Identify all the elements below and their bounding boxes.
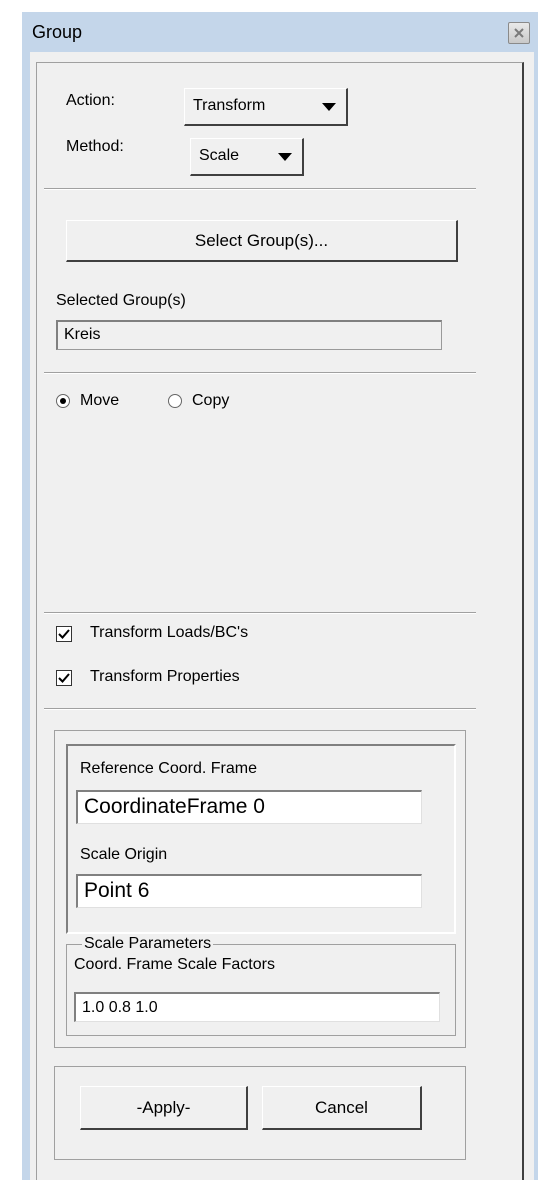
apply-button[interactable]: -Apply- bbox=[80, 1086, 248, 1130]
select-groups-button[interactable]: Select Group(s)... bbox=[66, 220, 458, 262]
separator bbox=[44, 612, 476, 614]
window-top-strip bbox=[0, 0, 542, 12]
radio-selected-dot bbox=[60, 398, 66, 404]
action-dropdown[interactable]: Transform bbox=[184, 88, 348, 126]
close-icon bbox=[514, 28, 524, 38]
reference-frame-label: Reference Coord. Frame bbox=[80, 760, 257, 777]
checkmark-icon bbox=[58, 629, 70, 639]
selected-groups-field[interactable]: Kreis bbox=[56, 320, 442, 350]
scale-origin-label: Scale Origin bbox=[80, 846, 168, 863]
action-label: Action: bbox=[66, 92, 115, 109]
close-button[interactable] bbox=[508, 22, 530, 44]
transform-loads-checkbox[interactable] bbox=[56, 626, 72, 642]
separator bbox=[44, 372, 476, 374]
title-bar[interactable] bbox=[22, 12, 538, 52]
selected-groups-label: Selected Group(s) bbox=[56, 292, 186, 309]
transform-loads-label: Transform Loads/BC's bbox=[90, 624, 249, 641]
method-label: Method: bbox=[66, 138, 124, 155]
copy-radio-label: Copy bbox=[192, 392, 230, 409]
scale-factors-input[interactable]: 1.0 0.8 1.0 bbox=[74, 992, 440, 1022]
scale-factors-value: 1.0 0.8 1.0 bbox=[82, 999, 158, 1016]
action-dropdown-value: Transform bbox=[193, 97, 266, 114]
window-title: Group bbox=[32, 22, 83, 42]
transform-properties-label: Transform Properties bbox=[90, 668, 240, 685]
method-dropdown[interactable]: Scale bbox=[190, 138, 304, 176]
reference-frame-input[interactable]: CoordinateFrame 0 bbox=[76, 790, 422, 824]
scale-factors-label: Coord. Frame Scale Factors bbox=[74, 956, 275, 973]
cancel-button[interactable]: Cancel bbox=[262, 1086, 422, 1130]
chevron-down-icon bbox=[278, 153, 292, 161]
separator bbox=[44, 708, 476, 710]
reference-frame-value: CoordinateFrame 0 bbox=[84, 795, 265, 818]
scale-origin-input[interactable]: Point 6 bbox=[76, 874, 422, 908]
separator bbox=[44, 188, 476, 190]
scale-origin-value: Point 6 bbox=[84, 879, 150, 902]
method-dropdown-value: Scale bbox=[199, 147, 240, 164]
checkmark-icon bbox=[58, 673, 70, 683]
chevron-down-icon bbox=[322, 103, 336, 111]
transform-properties-checkbox[interactable] bbox=[56, 670, 72, 686]
move-radio-label: Move bbox=[80, 392, 120, 409]
move-radio[interactable] bbox=[56, 394, 70, 408]
copy-radio[interactable] bbox=[168, 394, 182, 408]
scale-parameters-legend: Scale Parameters bbox=[82, 935, 214, 953]
